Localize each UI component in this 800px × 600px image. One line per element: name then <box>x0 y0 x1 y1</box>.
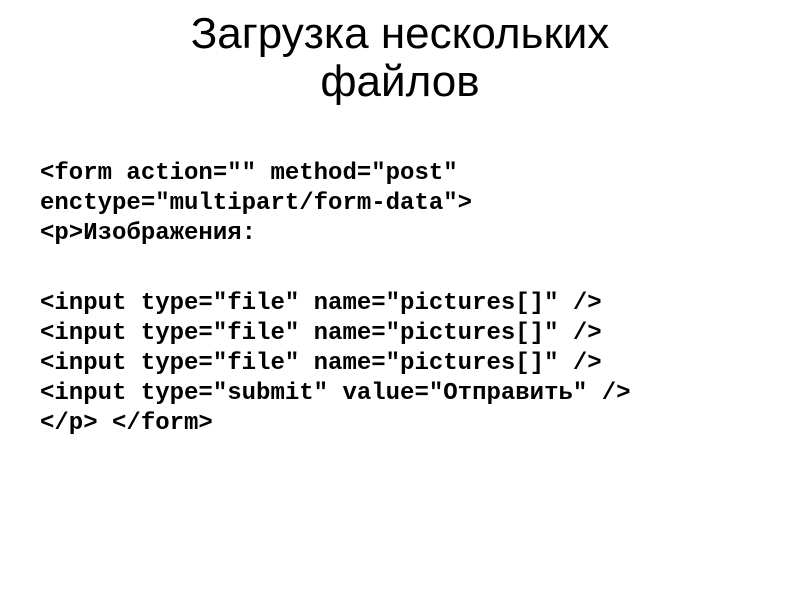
slide: Загрузка нескольких файлов <form action=… <box>0 0 800 600</box>
code-line: enctype="multipart/form-data"> <box>40 190 472 217</box>
code-line: <input type="file" name="pictures[]" /> <box>40 320 602 347</box>
code-line: <form action="" method="post" <box>40 160 458 187</box>
code-block: <form action="" method="post" enctype="m… <box>40 129 760 469</box>
code-line: <input type="submit" value="Отправить" /… <box>40 380 631 407</box>
title-line-2: файлов <box>320 57 479 106</box>
title-line-1: Загрузка нескольких <box>191 9 610 58</box>
code-line: <p>Изображения: <box>40 220 256 247</box>
code-line: </p> </form> <box>40 410 213 437</box>
code-line: <input type="file" name="pictures[]" /> <box>40 350 602 377</box>
slide-title: Загрузка нескольких файлов <box>40 10 760 107</box>
code-line: <input type="file" name="pictures[]" /> <box>40 290 602 317</box>
